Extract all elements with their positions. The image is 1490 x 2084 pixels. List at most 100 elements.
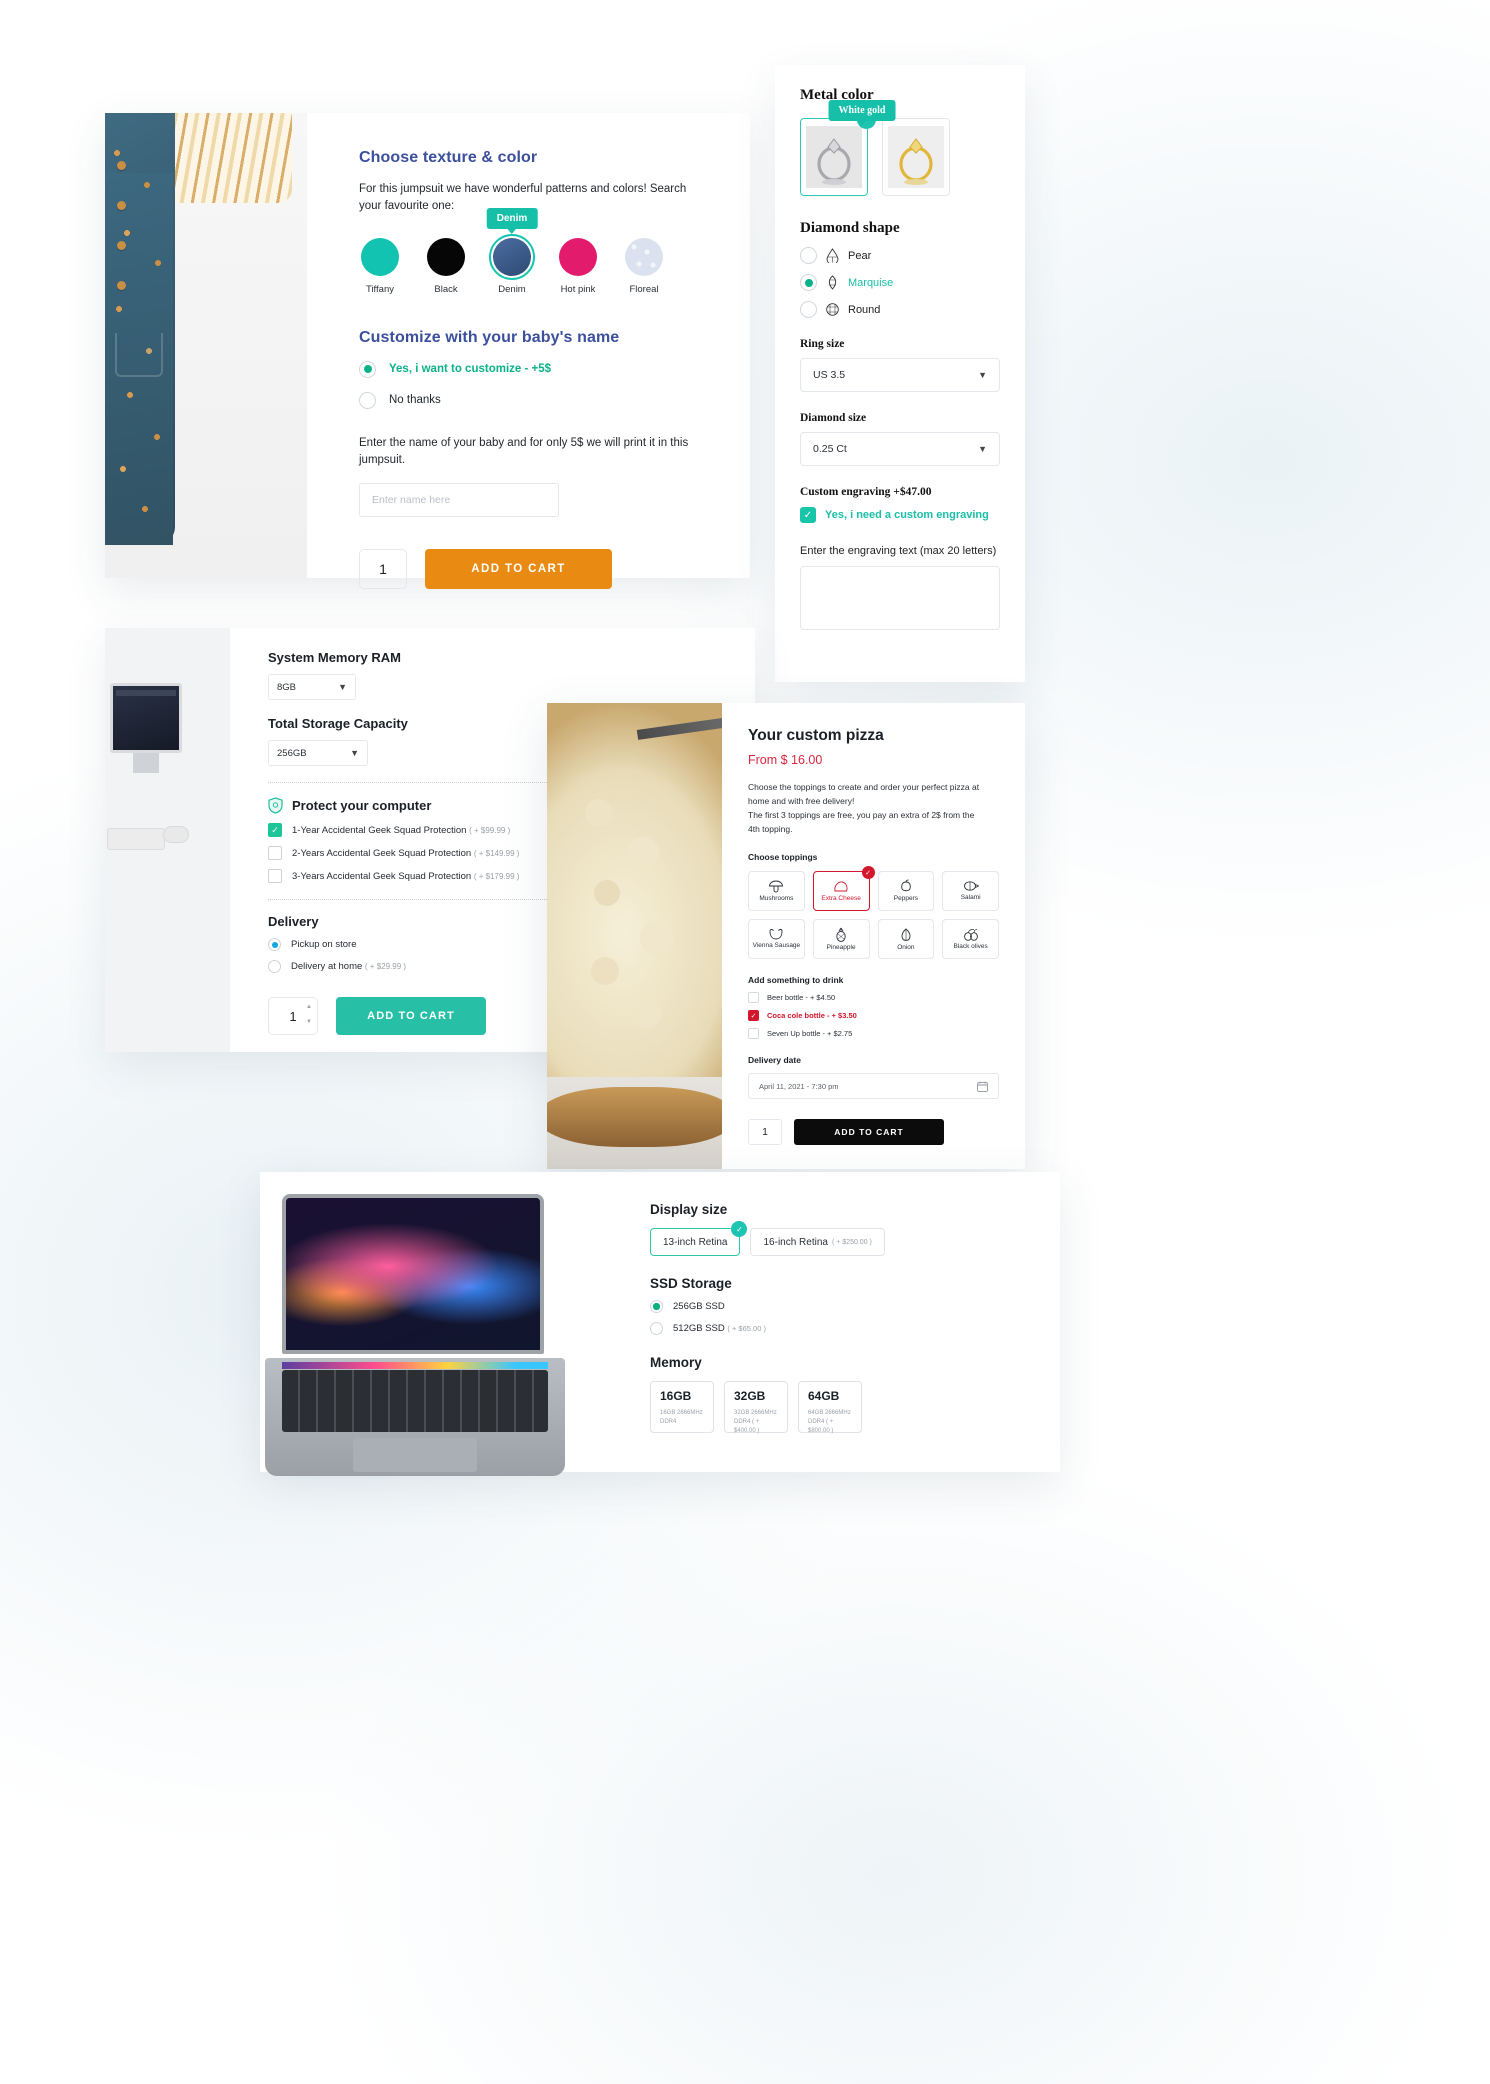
cheese-icon bbox=[834, 881, 848, 891]
drink-label: Coca cole bottle - + $3.50 bbox=[767, 1011, 857, 1021]
radio-shape-pear[interactable] bbox=[800, 247, 817, 264]
engraving-checkbox-row[interactable]: ✓ Yes, i need a custom engraving bbox=[800, 507, 1000, 523]
radio-shape-round[interactable] bbox=[800, 301, 817, 318]
memory-option-32gb[interactable]: 32GB 32GB 2666MHz DDR4 ( + $400.00 ) bbox=[724, 1381, 788, 1434]
swatch-circle[interactable] bbox=[427, 237, 465, 276]
display-option-price: ( + $250.00 ) bbox=[831, 1238, 872, 1246]
radio-customize-no[interactable] bbox=[359, 391, 376, 409]
delivery-date-input[interactable]: April 11, 2021 - 7:30 pm bbox=[748, 1073, 999, 1100]
engraving-textarea[interactable] bbox=[800, 566, 1000, 630]
stepper-arrows[interactable]: ▲ ▼ bbox=[306, 1004, 312, 1025]
knife-graphic bbox=[636, 716, 722, 740]
diamond-size-label: Diamond size bbox=[800, 412, 867, 424]
shape-option-marquise[interactable]: Marquise bbox=[800, 274, 1000, 291]
ring-size-select[interactable]: US 3.5 ▼ bbox=[800, 358, 1000, 392]
shape-option-round[interactable]: Round bbox=[800, 301, 1000, 318]
checkbox-coca-cola-bottle[interactable]: ✓ bbox=[748, 1010, 759, 1022]
pizza-cart-row: 1 ADD TO CART bbox=[748, 1119, 999, 1146]
jumpsuit-add-to-cart-button[interactable]: ADD TO CART bbox=[425, 549, 612, 589]
swatch-label: Denim bbox=[498, 283, 526, 295]
laptop-form: Display size ✓ 13-inch Retina 16-inch Re… bbox=[610, 1172, 1060, 1472]
diamond-shape-heading: Diamond shape bbox=[800, 220, 900, 236]
swatch-circle[interactable] bbox=[559, 237, 597, 276]
metal-color-options: White gold ✓ bbox=[800, 100, 1000, 196]
memory-detail: 16GB 2666MHz DDR4 bbox=[660, 1410, 703, 1425]
ring-size-value: US 3.5 bbox=[813, 369, 846, 381]
pizza-quantity-input[interactable]: 1 bbox=[748, 1119, 782, 1146]
chevron-up-icon[interactable]: ▲ bbox=[306, 1004, 312, 1010]
radio-delivery-at-home[interactable] bbox=[268, 960, 281, 973]
jumpsuit-product-image bbox=[105, 113, 307, 578]
swatch-option-tiffany[interactable]: Tiffany bbox=[359, 237, 401, 295]
metal-option-white-gold[interactable]: ✓ bbox=[800, 110, 876, 196]
topping-mushrooms[interactable]: Mushrooms bbox=[748, 871, 805, 912]
checkbox-custom-engraving[interactable]: ✓ bbox=[800, 507, 816, 523]
checkbox-seven-up-bottle[interactable] bbox=[748, 1028, 759, 1040]
diamond-size-select[interactable]: 0.25 Ct ▼ bbox=[800, 432, 1000, 466]
calendar-icon[interactable] bbox=[977, 1081, 988, 1092]
computer-product-image bbox=[105, 628, 230, 1052]
topping-vienna-sausage[interactable]: Vienna Sausage bbox=[748, 919, 805, 960]
ram-select[interactable]: 8GB ▼ bbox=[268, 674, 356, 700]
baby-name-input[interactable]: Enter name here bbox=[359, 483, 559, 517]
pizza-description-line-1: Choose the toppings to create and order … bbox=[748, 782, 980, 792]
checkbox-beer-bottle[interactable] bbox=[748, 992, 759, 1004]
topping-extra-cheese[interactable]: ✓ Extra Cheese bbox=[812, 866, 875, 912]
topping-black-olives[interactable]: Black olives bbox=[942, 919, 999, 960]
ssd-option-512[interactable]: 512GB SSD ( + $65.00 ) bbox=[650, 1322, 1020, 1335]
topping-pineapple[interactable]: Pineapple bbox=[812, 919, 870, 960]
topping-peppers[interactable]: Peppers bbox=[877, 871, 935, 912]
olives-icon bbox=[963, 928, 978, 941]
jumpsuit-button-icon bbox=[117, 281, 126, 290]
display-option-13-inch[interactable]: ✓ 13-inch Retina bbox=[650, 1221, 748, 1256]
checkbox-protect-1-year[interactable]: ✓ bbox=[268, 823, 282, 837]
display-option-16-inch[interactable]: 16-inch Retina ( + $250.00 ) bbox=[750, 1228, 885, 1256]
customize-name-heading: Customize with your baby's name bbox=[359, 328, 620, 346]
memory-option-16gb[interactable]: 16GB 16GB 2666MHz DDR4 bbox=[650, 1381, 714, 1433]
delivery-option-text: Delivery at home bbox=[291, 961, 363, 972]
toppings-heading: Choose toppings bbox=[748, 852, 818, 863]
swatch-circle-selected[interactable] bbox=[489, 233, 535, 280]
swatch-option-floreal[interactable]: Floreal bbox=[623, 237, 665, 295]
pizza-price: From $ 16.00 bbox=[748, 753, 823, 767]
topping-onion[interactable]: Onion bbox=[877, 919, 935, 960]
metal-option-yellow-gold[interactable] bbox=[882, 118, 950, 196]
memory-option-64gb[interactable]: 64GB 64GB 2666MHz DDR4 ( + $800.00 ) bbox=[798, 1381, 862, 1434]
imac-menu-bar bbox=[116, 690, 176, 696]
drinks-heading: Add something to drink bbox=[748, 975, 844, 986]
checkbox-protect-3-years[interactable] bbox=[268, 869, 282, 883]
computer-add-to-cart-button[interactable]: ADD TO CART bbox=[336, 997, 486, 1035]
chevron-down-icon[interactable]: ▼ bbox=[306, 1019, 312, 1025]
pizza-add-to-cart-button[interactable]: ADD TO CART bbox=[794, 1119, 944, 1146]
swatch-option-hot-pink[interactable]: Hot pink bbox=[557, 237, 599, 295]
drink-option-coca-cola[interactable]: ✓ Coca cole bottle - + $3.50 bbox=[748, 1010, 999, 1022]
checkbox-protect-2-years[interactable] bbox=[268, 846, 282, 860]
pizza-configurator-card: Your custom pizza From $ 16.00 Choose th… bbox=[547, 703, 1025, 1169]
drink-option-seven-up[interactable]: Seven Up bottle - + $2.75 bbox=[748, 1028, 999, 1040]
laptop-trackpad-graphic bbox=[353, 1438, 477, 1472]
round-diamond-icon bbox=[826, 303, 839, 316]
radio-customize-yes[interactable] bbox=[359, 360, 376, 378]
swatch-option-black[interactable]: Black bbox=[425, 237, 467, 295]
topping-salami[interactable]: Salami bbox=[942, 871, 999, 912]
diamond-size-value: 0.25 Ct bbox=[813, 443, 847, 455]
radio-shape-marquise[interactable] bbox=[800, 274, 817, 291]
radio-ssd-256gb[interactable] bbox=[650, 1300, 663, 1313]
customize-no-option[interactable]: No thanks bbox=[359, 391, 708, 409]
customize-yes-option[interactable]: Yes, i want to customize - +5$ bbox=[359, 360, 708, 378]
storage-select[interactable]: 256GB ▼ bbox=[268, 740, 368, 766]
radio-ssd-512gb[interactable] bbox=[650, 1322, 663, 1335]
laptop-touchbar-graphic bbox=[282, 1362, 548, 1369]
computer-quantity-stepper[interactable]: 1 ▲ ▼ bbox=[268, 997, 318, 1035]
swatch-label: Hot pink bbox=[560, 283, 596, 295]
swatch-circle[interactable] bbox=[361, 237, 399, 276]
swatch-circle[interactable] bbox=[625, 237, 663, 276]
swatch-option-denim[interactable]: Denim Denim bbox=[486, 207, 538, 295]
ssd-option-price: ( + $65.00 ) bbox=[727, 1324, 766, 1333]
drink-option-beer[interactable]: Beer bottle - + $4.50 bbox=[748, 992, 999, 1004]
radio-pickup-on-store[interactable] bbox=[268, 938, 281, 951]
jumpsuit-quantity-input[interactable]: 1 bbox=[359, 549, 407, 589]
shape-option-pear[interactable]: Pear bbox=[800, 247, 1000, 264]
ssd-option-256[interactable]: 256GB SSD bbox=[650, 1300, 1020, 1313]
memory-size: 16GB bbox=[660, 1389, 692, 1403]
